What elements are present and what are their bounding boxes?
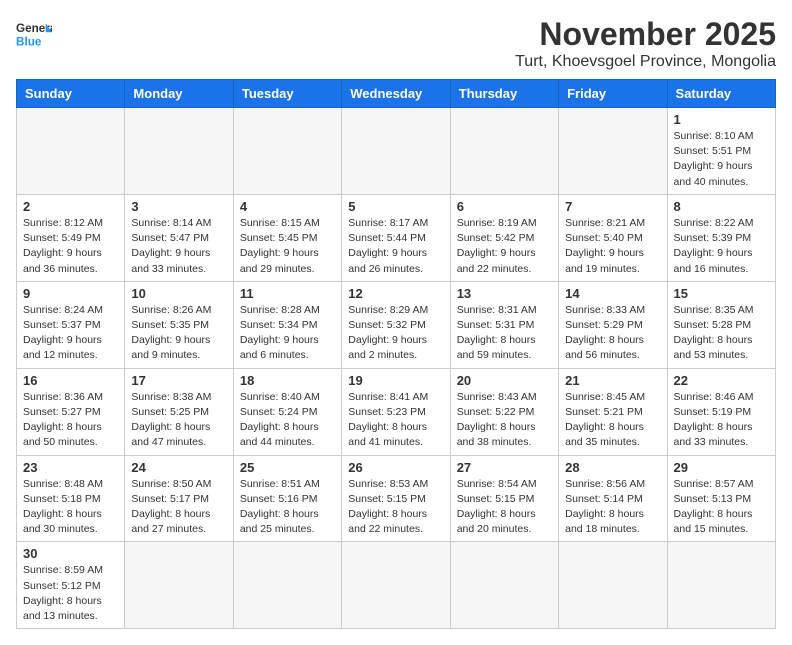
table-row: [17, 108, 125, 195]
table-row: [342, 108, 450, 195]
header-friday: Friday: [559, 80, 667, 108]
logo-icon: General Blue: [16, 16, 52, 52]
main-title: November 2025: [515, 16, 776, 53]
table-row: [125, 542, 233, 629]
table-row: 6Sunrise: 8:19 AMSunset: 5:42 PMDaylight…: [450, 194, 558, 281]
table-row: 20Sunrise: 8:43 AMSunset: 5:22 PMDayligh…: [450, 368, 558, 455]
table-row: 21Sunrise: 8:45 AMSunset: 5:21 PMDayligh…: [559, 368, 667, 455]
table-row: 24Sunrise: 8:50 AMSunset: 5:17 PMDayligh…: [125, 455, 233, 542]
page-header: General Blue November 2025 Turt, Khoevsg…: [16, 16, 776, 71]
table-row: 2Sunrise: 8:12 AMSunset: 5:49 PMDaylight…: [17, 194, 125, 281]
table-row: 28Sunrise: 8:56 AMSunset: 5:14 PMDayligh…: [559, 455, 667, 542]
header-monday: Monday: [125, 80, 233, 108]
header-saturday: Saturday: [667, 80, 775, 108]
table-row: 18Sunrise: 8:40 AMSunset: 5:24 PMDayligh…: [233, 368, 341, 455]
subtitle: Turt, Khoevsgoel Province, Mongolia: [515, 53, 776, 71]
logo: General Blue: [16, 16, 52, 52]
title-area: November 2025 Turt, Khoevsgoel Province,…: [515, 16, 776, 71]
header-wednesday: Wednesday: [342, 80, 450, 108]
svg-text:Blue: Blue: [16, 36, 42, 49]
weekday-header-row: Sunday Monday Tuesday Wednesday Thursday…: [17, 80, 776, 108]
header-thursday: Thursday: [450, 80, 558, 108]
table-row: 3Sunrise: 8:14 AMSunset: 5:47 PMDaylight…: [125, 194, 233, 281]
table-row: [450, 108, 558, 195]
table-row: 19Sunrise: 8:41 AMSunset: 5:23 PMDayligh…: [342, 368, 450, 455]
table-row: 17Sunrise: 8:38 AMSunset: 5:25 PMDayligh…: [125, 368, 233, 455]
table-row: 29Sunrise: 8:57 AMSunset: 5:13 PMDayligh…: [667, 455, 775, 542]
table-row: 8Sunrise: 8:22 AMSunset: 5:39 PMDaylight…: [667, 194, 775, 281]
table-row: [233, 542, 341, 629]
table-row: 23Sunrise: 8:48 AMSunset: 5:18 PMDayligh…: [17, 455, 125, 542]
table-row: [450, 542, 558, 629]
table-row: 26Sunrise: 8:53 AMSunset: 5:15 PMDayligh…: [342, 455, 450, 542]
table-row: 27Sunrise: 8:54 AMSunset: 5:15 PMDayligh…: [450, 455, 558, 542]
table-row: 7Sunrise: 8:21 AMSunset: 5:40 PMDaylight…: [559, 194, 667, 281]
header-tuesday: Tuesday: [233, 80, 341, 108]
table-row: [559, 542, 667, 629]
table-row: 4Sunrise: 8:15 AMSunset: 5:45 PMDaylight…: [233, 194, 341, 281]
table-row: 10Sunrise: 8:26 AMSunset: 5:35 PMDayligh…: [125, 281, 233, 368]
table-row: 14Sunrise: 8:33 AMSunset: 5:29 PMDayligh…: [559, 281, 667, 368]
table-row: 11Sunrise: 8:28 AMSunset: 5:34 PMDayligh…: [233, 281, 341, 368]
table-row: 5Sunrise: 8:17 AMSunset: 5:44 PMDaylight…: [342, 194, 450, 281]
table-row: 16Sunrise: 8:36 AMSunset: 5:27 PMDayligh…: [17, 368, 125, 455]
header-sunday: Sunday: [17, 80, 125, 108]
table-row: [233, 108, 341, 195]
table-row: 25Sunrise: 8:51 AMSunset: 5:16 PMDayligh…: [233, 455, 341, 542]
table-row: [125, 108, 233, 195]
table-row: [667, 542, 775, 629]
table-row: 13Sunrise: 8:31 AMSunset: 5:31 PMDayligh…: [450, 281, 558, 368]
table-row: 22Sunrise: 8:46 AMSunset: 5:19 PMDayligh…: [667, 368, 775, 455]
calendar-table: Sunday Monday Tuesday Wednesday Thursday…: [16, 79, 776, 629]
table-row: 1Sunrise: 8:10 AMSunset: 5:51 PMDaylight…: [667, 108, 775, 195]
table-row: [559, 108, 667, 195]
table-row: [342, 542, 450, 629]
table-row: 12Sunrise: 8:29 AMSunset: 5:32 PMDayligh…: [342, 281, 450, 368]
table-row: 30Sunrise: 8:59 AMSunset: 5:12 PMDayligh…: [17, 542, 125, 629]
table-row: 9Sunrise: 8:24 AMSunset: 5:37 PMDaylight…: [17, 281, 125, 368]
table-row: 15Sunrise: 8:35 AMSunset: 5:28 PMDayligh…: [667, 281, 775, 368]
